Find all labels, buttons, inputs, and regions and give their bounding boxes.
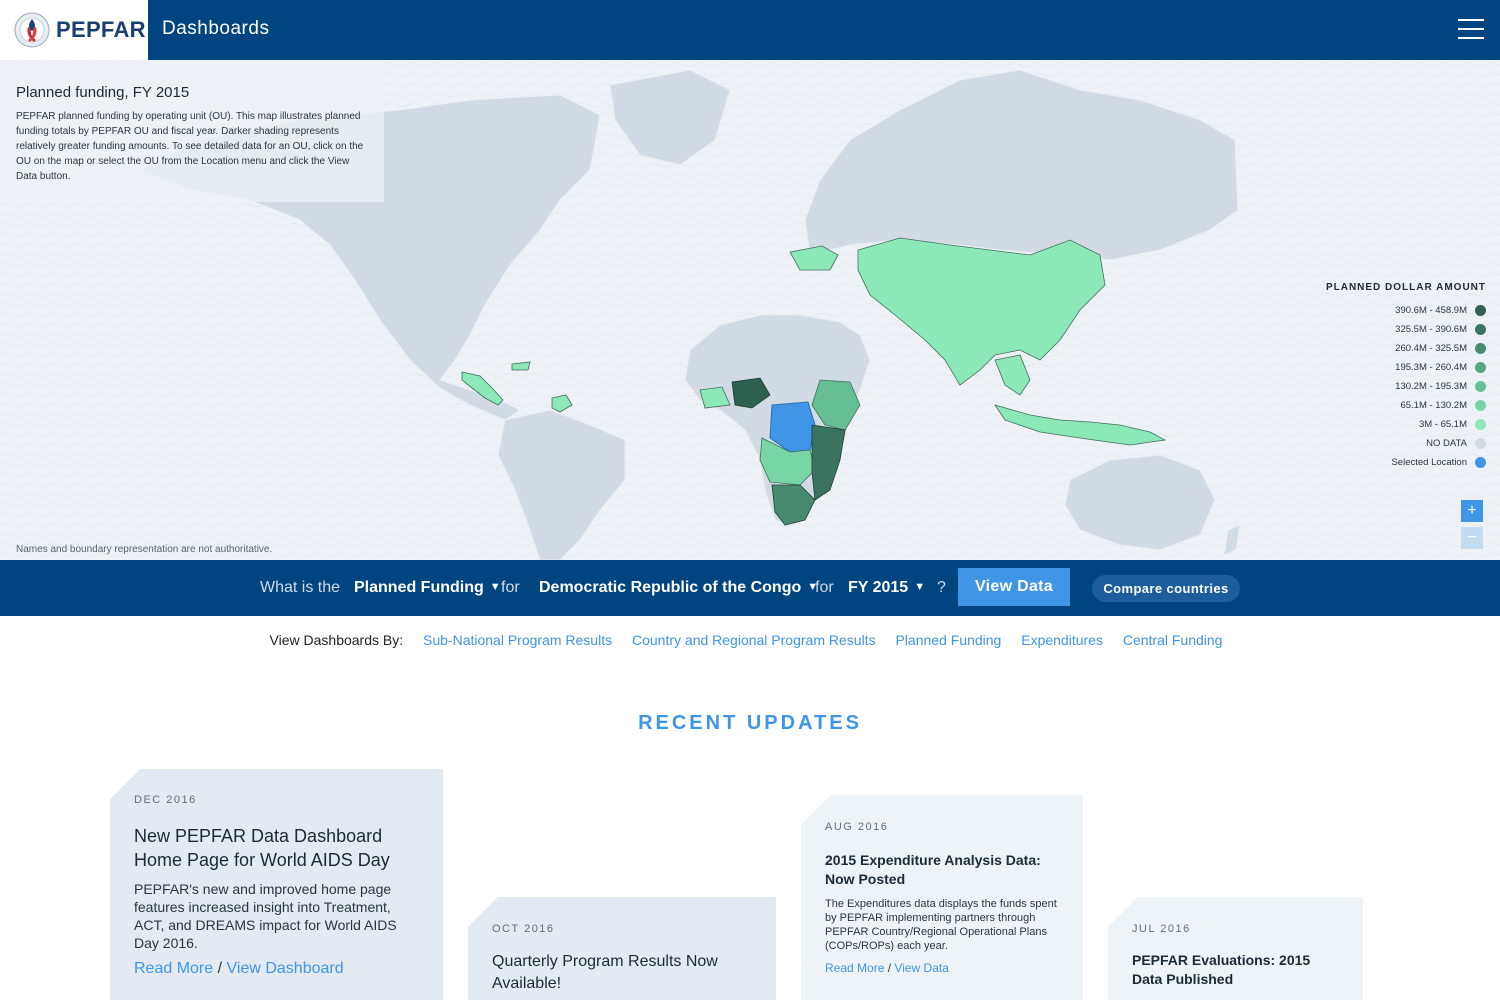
legend-item-label: Selected Location [1391,457,1467,468]
card-title[interactable]: 2015 Expenditure Analysis Data: Now Post… [825,851,1059,889]
legend-item: NO DATA [1320,434,1486,453]
query-text-for: for [501,579,520,596]
legend-swatch-icon [1475,438,1486,449]
card-body: PEPFAR's new and improved home page feat… [134,881,397,951]
view-dashboard-link[interactable]: View Dashboard [227,960,344,977]
link-sub-national-results[interactable]: Sub-National Program Results [423,632,612,648]
update-card-dec-2016: DEC 2016 New PEPFAR Data Dashboard Home … [110,769,443,1000]
legend-item-label: NO DATA [1426,438,1467,449]
card-links: Read More / View Dashboard [134,960,419,978]
legend-item-label: 325.5M - 390.6M [1395,324,1467,335]
legend-item: 130.2M - 195.3M [1320,377,1486,396]
pepfar-seal-icon [14,12,50,48]
legend-item-label: 65.1M - 130.2M [1400,400,1467,411]
legend-item: 390.6M - 458.9M [1320,301,1486,320]
year-dropdown-label: FY 2015 [848,579,909,596]
legend-swatch-icon [1475,381,1486,392]
card-date: JUL 2016 [1132,923,1191,935]
help-question-icon[interactable]: ? [937,579,946,597]
legend-item-label: 3M - 65.1M [1418,419,1467,430]
update-card-oct-2016: OCT 2016 Quarterly Program Results Now A… [468,897,776,1000]
link-central-funding[interactable]: Central Funding [1123,632,1223,648]
legend-item-label: 130.2M - 195.3M [1395,381,1467,392]
map-description: PEPFAR planned funding by operating unit… [16,111,364,182]
zoom-in-button[interactable]: + [1461,500,1483,522]
brand-name: PEPFAR [56,17,146,42]
section-title: Dashboards [162,18,270,39]
link-separator: / [217,960,223,977]
chevron-down-icon: ▼ [914,581,926,593]
location-dropdown[interactable]: Democratic Republic of the Congo ▼ [539,579,818,597]
view-data-link[interactable]: View Data [894,961,948,975]
legend-item: 3M - 65.1M [1320,415,1486,434]
card-title[interactable]: New PEPFAR Data Dashboard Home Page for … [134,824,419,872]
link-country-regional-results[interactable]: Country and Regional Program Results [632,632,876,648]
link-expenditures[interactable]: Expenditures [1021,632,1103,648]
card-date: DEC 2016 [134,794,197,806]
card-date: AUG 2016 [825,821,889,833]
legend-swatch-icon [1475,457,1486,468]
legend-item: Selected Location [1320,453,1486,472]
recent-updates-heading: RECENT UPDATES [638,712,862,734]
top-navigation-bar: PEPFAR Dashboards [0,0,1500,60]
query-text-for-2: for [815,579,834,596]
legend-item: 325.5M - 390.6M [1320,320,1486,339]
metric-dropdown[interactable]: Planned Funding ▼ [354,579,501,597]
card-links: Read More / View Data [825,961,1059,975]
query-text-what-is-the: What is the [260,579,341,596]
legend-item: 65.1M - 130.2M [1320,396,1486,415]
chevron-down-icon: ▼ [489,581,501,593]
legend-swatch-icon [1475,362,1486,373]
legend-title: PLANNED DOLLAR AMOUNT [1325,282,1486,293]
map-info-panel: Planned funding, FY 2015 PEPFAR planned … [0,60,384,202]
legend-swatch-icon [1475,343,1486,354]
read-more-link[interactable]: Read More [825,961,884,975]
zoom-out-button[interactable]: − [1461,527,1483,549]
legend-item-label: 195.3M - 260.4M [1395,362,1467,373]
legend-item: 260.4M - 325.5M [1320,339,1486,358]
compare-countries-button[interactable]: Compare countries [1092,575,1240,602]
card-body: The Expenditures data displays the funds… [825,898,1057,952]
dashboard-links: View Dashboards By: Sub-National Program… [0,632,1500,648]
map-footnote: Names and boundary representation are no… [16,544,273,555]
update-card-aug-2016: AUG 2016 2015 Expenditure Analysis Data:… [801,795,1083,1000]
read-more-link[interactable]: Read More [134,960,213,977]
map-title: Planned funding, FY 2015 [16,84,190,101]
card-title[interactable]: PEPFAR Evaluations: 2015 Data Published [1132,951,1339,989]
legend-swatch-icon [1475,419,1486,430]
link-separator: / [887,961,892,975]
legend-swatch-icon [1475,305,1486,316]
legend-item-label: 260.4M - 325.5M [1395,343,1467,354]
dashboard-links-label: View Dashboards By: [269,632,404,648]
update-card-jul-2016: JUL 2016 PEPFAR Evaluations: 2015 Data P… [1108,897,1363,1000]
world-funding-map[interactable]: Planned funding, FY 2015 PEPFAR planned … [0,60,1500,560]
link-planned-funding[interactable]: Planned Funding [895,632,1001,648]
brand-home-link[interactable]: PEPFAR [0,0,148,60]
location-dropdown-label: Democratic Republic of the Congo [539,579,802,596]
hamburger-menu-icon[interactable] [1458,18,1484,40]
legend-swatch-icon [1475,324,1486,335]
legend-item-label: 390.6M - 458.9M [1395,305,1467,316]
card-title[interactable]: Quarterly Program Results Now Available! [492,951,752,995]
map-legend: PLANNED DOLLAR AMOUNT 390.6M - 458.9M 325… [1320,282,1486,472]
metric-dropdown-label: Planned Funding [354,579,484,596]
legend-item: 195.3M - 260.4M [1320,358,1486,377]
card-date: OCT 2016 [492,923,555,935]
legend-swatch-icon [1475,400,1486,411]
query-bar: What is the Planned Funding ▼ for Democra… [0,560,1500,616]
year-dropdown[interactable]: FY 2015 ▼ [848,579,925,597]
view-data-button[interactable]: View Data [958,568,1070,606]
